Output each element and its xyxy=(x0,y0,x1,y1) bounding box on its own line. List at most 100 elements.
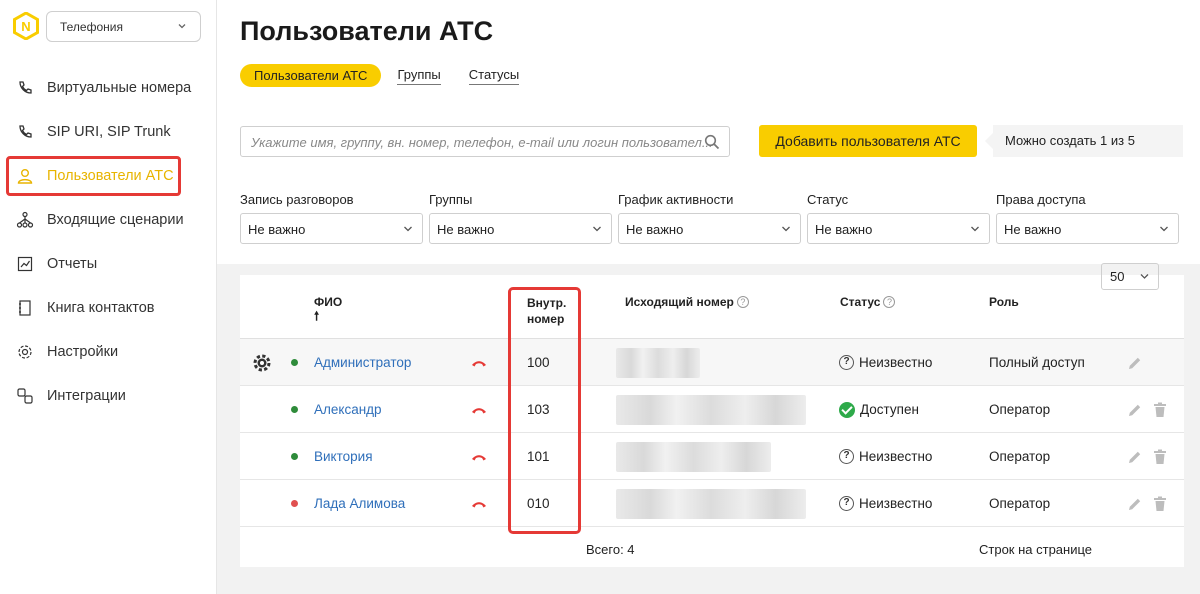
sidebar-item-label: Настройки xyxy=(47,344,119,360)
filter-status: Статус Не важно xyxy=(807,192,990,244)
column-status: Статус? xyxy=(840,295,896,309)
table-row[interactable]: Администратор 100 ? Неизвестно Полный дос… xyxy=(240,339,1184,386)
status-cell: ? Неизвестно xyxy=(839,433,932,480)
total-count: Всего: 4 xyxy=(586,542,635,557)
sidebar-item-settings[interactable]: Настройки xyxy=(0,330,217,374)
help-icon[interactable]: ? xyxy=(883,296,896,308)
sidebar-item-label: Входящие сценарии xyxy=(47,212,184,228)
flow-icon xyxy=(16,211,34,228)
sidebar-item-label: Виртуальные номера xyxy=(47,80,192,96)
role-text: Оператор xyxy=(989,402,1051,417)
status-cell: Доступен xyxy=(839,386,919,433)
user-name-link[interactable]: Александр xyxy=(314,386,382,433)
sidebar-item-integrations[interactable]: Интеграции xyxy=(0,374,217,418)
user-name-link[interactable]: Лада Алимова xyxy=(314,480,405,527)
search-placeholder: Укажите имя, группу, вн. номер, телефон,… xyxy=(251,135,713,150)
ext-number: 010 xyxy=(527,496,550,511)
filter-select[interactable]: Не важно xyxy=(618,213,801,244)
main-content: Пользователи АТС Пользователи АТС Группы… xyxy=(217,0,1200,594)
sidebar: N Телефония Виртуальные номера SIP URI, … xyxy=(0,0,217,594)
per-page-select[interactable]: 50 xyxy=(1101,263,1159,290)
settings-icon[interactable] xyxy=(251,339,273,386)
status-text: Доступен xyxy=(860,402,919,417)
filter-select[interactable]: Не важно xyxy=(807,213,990,244)
phone-icon xyxy=(19,81,32,94)
table-row[interactable]: Лада Алимова 010 ? Неизвестно Оператор xyxy=(240,480,1184,527)
svg-text:N: N xyxy=(21,19,30,34)
user-name-link[interactable]: Виктория xyxy=(314,433,373,480)
tab-groups[interactable]: Группы xyxy=(397,67,441,85)
tabs: Пользователи АТС Группы Статусы xyxy=(240,64,547,87)
hangup-icon[interactable] xyxy=(471,480,487,527)
outgoing-number xyxy=(616,480,806,527)
column-role: Роль xyxy=(989,295,1019,309)
per-page-value: 50 xyxy=(1110,269,1125,284)
add-user-button[interactable]: Добавить пользователя АТС xyxy=(759,125,977,157)
filter-select[interactable]: Не важно xyxy=(996,213,1179,244)
delete-icon[interactable] xyxy=(1153,386,1167,433)
integration-icon xyxy=(17,388,33,404)
sidebar-item-contacts[interactable]: Книга контактов xyxy=(0,286,217,330)
delete-icon[interactable] xyxy=(1153,480,1167,527)
online-dot xyxy=(291,359,298,366)
sort-arrow-icon[interactable]: 🠕 xyxy=(314,310,342,322)
search-icon[interactable] xyxy=(704,134,720,150)
filter-value: Не важно xyxy=(437,222,495,237)
delete-icon[interactable] xyxy=(1153,433,1167,480)
filter-label: Группы xyxy=(429,192,473,207)
filter-label: Права доступа xyxy=(996,192,1086,207)
logo-icon[interactable]: N xyxy=(12,12,40,40)
status-text: Неизвестно xyxy=(859,496,933,511)
filter-value: Не важно xyxy=(1004,222,1062,237)
filter-label: Статус xyxy=(807,192,849,207)
hangup-icon[interactable] xyxy=(471,386,487,433)
filter-select[interactable]: Не важно xyxy=(240,213,423,244)
ext-number: 103 xyxy=(527,402,550,417)
report-icon xyxy=(17,256,33,272)
product-select[interactable]: Телефония xyxy=(46,11,201,42)
product-select-value: Телефония xyxy=(60,20,123,34)
help-icon[interactable]: ? xyxy=(736,296,749,308)
sidebar-item-reports[interactable]: Отчеты xyxy=(0,242,217,286)
filters: Запись разговоров Не важно Группы Не важ… xyxy=(240,192,1185,244)
table-row[interactable]: Александр 103 Доступен Оператор xyxy=(240,386,1184,433)
sidebar-item-sip[interactable]: SIP URI, SIP Trunk xyxy=(0,110,217,154)
unknown-status-icon: ? xyxy=(839,355,854,370)
filter-groups: Группы Не важно xyxy=(429,192,612,244)
tab-statuses[interactable]: Статусы xyxy=(468,67,520,85)
sidebar-item-scenarios[interactable]: Входящие сценарии xyxy=(0,198,217,242)
edit-icon[interactable] xyxy=(1127,480,1143,527)
sidebar-item-pbx-users[interactable]: Пользователи АТС xyxy=(0,154,217,198)
outgoing-number xyxy=(616,339,700,386)
offline-dot xyxy=(291,500,298,507)
status-text: Неизвестно xyxy=(859,449,933,464)
column-outgoing: Исходящий номер? xyxy=(625,295,749,309)
chevron-down-icon xyxy=(1140,274,1149,279)
edit-icon[interactable] xyxy=(1127,386,1143,433)
user-name-link[interactable]: Администратор xyxy=(314,339,411,386)
sidebar-item-label: Отчеты xyxy=(47,256,98,272)
filter-recording: Запись разговоров Не важно xyxy=(240,192,423,244)
online-dot xyxy=(291,453,298,460)
filter-select[interactable]: Не важно xyxy=(429,213,612,244)
sidebar-item-virtual-numbers[interactable]: Виртуальные номера xyxy=(0,66,217,110)
unknown-status-icon: ? xyxy=(839,496,854,511)
phone-icon xyxy=(19,125,32,138)
table-row[interactable]: Виктория 101 ? Неизвестно Оператор xyxy=(240,433,1184,480)
edit-icon[interactable] xyxy=(1127,339,1143,386)
hangup-icon[interactable] xyxy=(471,339,487,386)
column-outgoing-label: Исходящий номер xyxy=(625,295,734,309)
filter-label: Запись разговоров xyxy=(240,192,354,207)
unknown-status-icon: ? xyxy=(839,449,854,464)
search-input[interactable]: Укажите имя, группу, вн. номер, телефон,… xyxy=(240,126,730,157)
chevron-down-icon xyxy=(1160,226,1168,232)
role-text: Оператор xyxy=(989,449,1051,464)
highlight-frame xyxy=(6,156,181,196)
hangup-icon[interactable] xyxy=(471,433,487,480)
column-name[interactable]: ФИО 🠕 xyxy=(314,295,342,322)
edit-icon[interactable] xyxy=(1127,433,1143,480)
tab-pbx-users[interactable]: Пользователи АТС xyxy=(240,64,382,87)
chevron-down-icon xyxy=(178,24,186,29)
filter-label: График активности xyxy=(618,192,734,207)
status-cell: ? Неизвестно xyxy=(839,339,932,386)
